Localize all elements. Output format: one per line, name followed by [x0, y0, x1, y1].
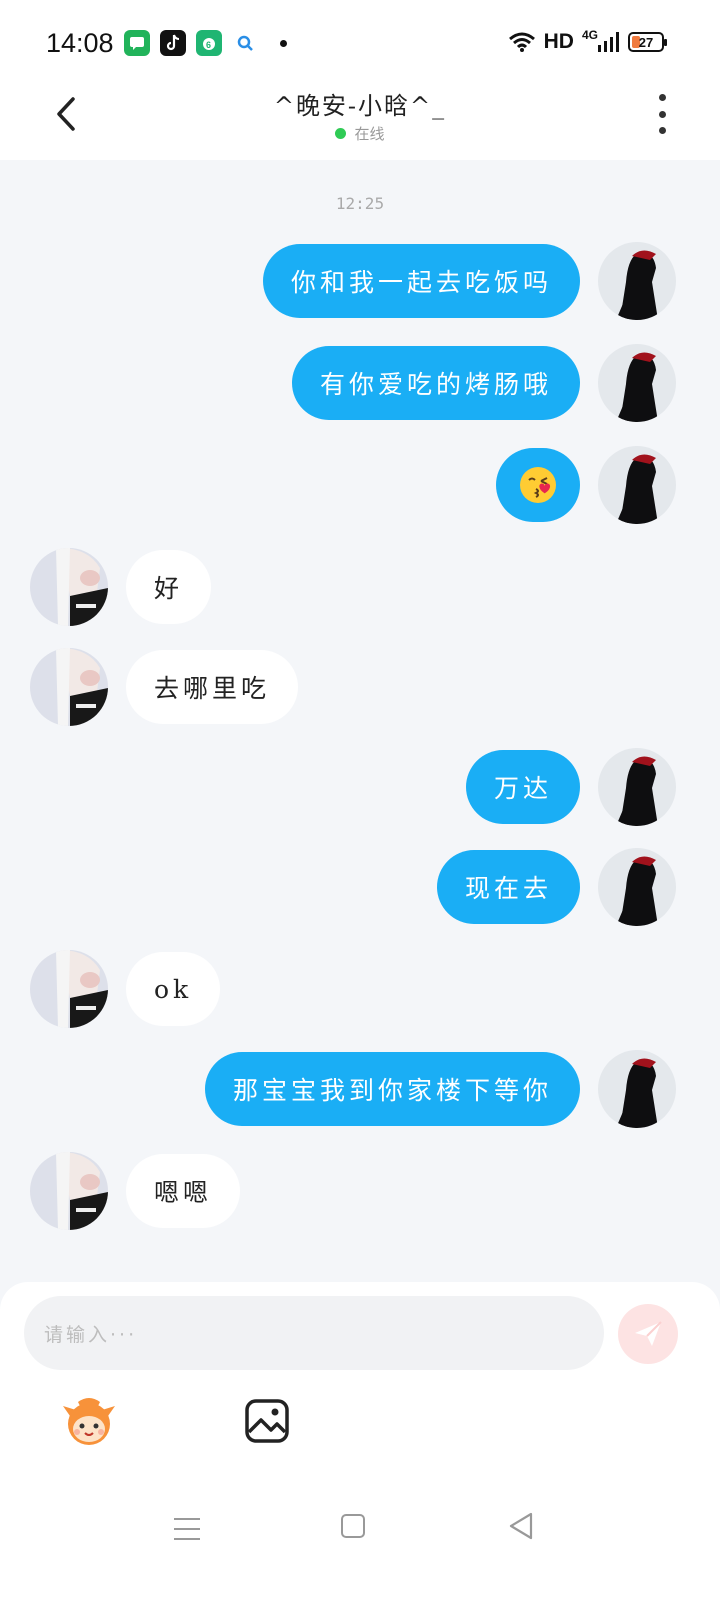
message-item: 那宝宝我到你家楼下等你 [204, 1050, 676, 1128]
avatar-contact-icon [30, 648, 108, 726]
avatar-contact[interactable] [30, 548, 108, 626]
message-bubble-received[interactable]: 好 [126, 550, 212, 624]
message-item: 有你爱吃的烤肠哦 [291, 344, 676, 422]
message-item: 好 [30, 548, 212, 626]
message-item: ok [30, 950, 221, 1028]
avatar-self[interactable] [598, 748, 676, 826]
chat-area[interactable]: 12:25 你和我一起去吃饭吗 有你爱吃的烤肠哦 好 去哪里吃 万达 现在去 o… [0, 160, 720, 1310]
kiss-emoji-icon [520, 467, 556, 503]
message-item: 现在去 [436, 848, 676, 926]
avatar-self[interactable] [598, 446, 676, 524]
recent-apps-button[interactable] [174, 1518, 200, 1540]
message-item: 嗯嗯 [30, 1152, 241, 1230]
mascot-sticker-button[interactable] [60, 1396, 118, 1448]
home-button[interactable] [341, 1514, 365, 1538]
message-timestamp: 12:25 [335, 194, 385, 213]
send-button[interactable] [618, 1304, 678, 1364]
message-item [496, 446, 676, 524]
message-bubble-sent[interactable]: 万达 [465, 750, 580, 824]
message-bubble-received[interactable]: ok [126, 952, 221, 1026]
message-item: 你和我一起去吃饭吗 [262, 242, 676, 320]
message-input[interactable]: 请输入··· [24, 1296, 604, 1370]
message-bubble-received[interactable]: 嗯嗯 [126, 1154, 241, 1228]
more-vertical-icon [658, 94, 666, 101]
message-item: 万达 [465, 748, 676, 826]
nav-back-button[interactable] [508, 1512, 534, 1540]
signal-icon [598, 32, 619, 52]
wifi-icon [508, 32, 535, 52]
image-icon [245, 1399, 289, 1443]
app-icon: 6 [196, 30, 222, 56]
more-options-button[interactable] [650, 94, 674, 134]
avatar-contact-icon [30, 950, 108, 1028]
status-app-icons: 6 [124, 30, 287, 56]
tiktok-app-icon [160, 30, 186, 56]
avatar-self[interactable] [598, 344, 676, 422]
mascot-sticker-icon [63, 1398, 115, 1445]
avatar-self-icon [598, 848, 676, 926]
page-title: ^晚安-小晗^_ [273, 92, 447, 120]
avatar-self-icon [598, 748, 676, 826]
avatar-self-icon [598, 446, 676, 524]
avatar-self[interactable] [598, 242, 676, 320]
message-item: 去哪里吃 [30, 648, 299, 726]
network-hd-label: HD [543, 30, 574, 53]
message-bubble-sent[interactable]: 有你爱吃的烤肠哦 [291, 346, 580, 420]
avatar-contact[interactable] [30, 648, 108, 726]
avatar-contact[interactable] [30, 1152, 108, 1230]
online-status: 在线 [0, 123, 720, 144]
online-dot-icon [335, 128, 347, 139]
message-bubble-sent[interactable]: 那宝宝我到你家楼下等你 [204, 1052, 580, 1126]
avatar-contact-icon [30, 1152, 108, 1230]
message-bubble-sent[interactable]: 现在去 [436, 850, 580, 924]
avatar-self-icon [598, 1050, 676, 1128]
avatar-self-icon [598, 344, 676, 422]
message-bubble-received[interactable]: 去哪里吃 [126, 650, 299, 724]
search-app-icon [232, 30, 258, 56]
avatar-self[interactable] [598, 848, 676, 926]
avatar-self-icon [598, 242, 676, 320]
status-time: 14:08 [46, 28, 114, 58]
status-bar: 14:08 6 HD 4G 27 [0, 0, 720, 86]
battery-icon: 27 [628, 32, 667, 52]
battery-level: 27 [638, 34, 654, 50]
svg-text:6: 6 [206, 40, 211, 50]
message-bubble-sent[interactable]: 你和我一起去吃饭吗 [262, 244, 580, 318]
avatar-self[interactable] [598, 1050, 676, 1128]
image-picker-button[interactable] [244, 1398, 290, 1444]
notification-dot [280, 39, 287, 47]
system-nav-bar [0, 1490, 720, 1600]
message-app-icon [124, 30, 150, 56]
signal-type-label: 4G [581, 28, 598, 42]
menu-icon [174, 1518, 200, 1520]
avatar-contact[interactable] [30, 950, 108, 1028]
avatar-contact-icon [30, 548, 108, 626]
status-indicators: HD 4G 27 [508, 28, 667, 54]
chat-header: ^晚安-小晗^_ 在线 [0, 86, 720, 160]
online-status-label: 在线 [354, 125, 385, 143]
send-icon [635, 1321, 662, 1346]
chat-title-block: ^晚安-小晗^_ 在线 [0, 86, 720, 144]
message-bubble-sent-emoji[interactable] [496, 448, 580, 522]
